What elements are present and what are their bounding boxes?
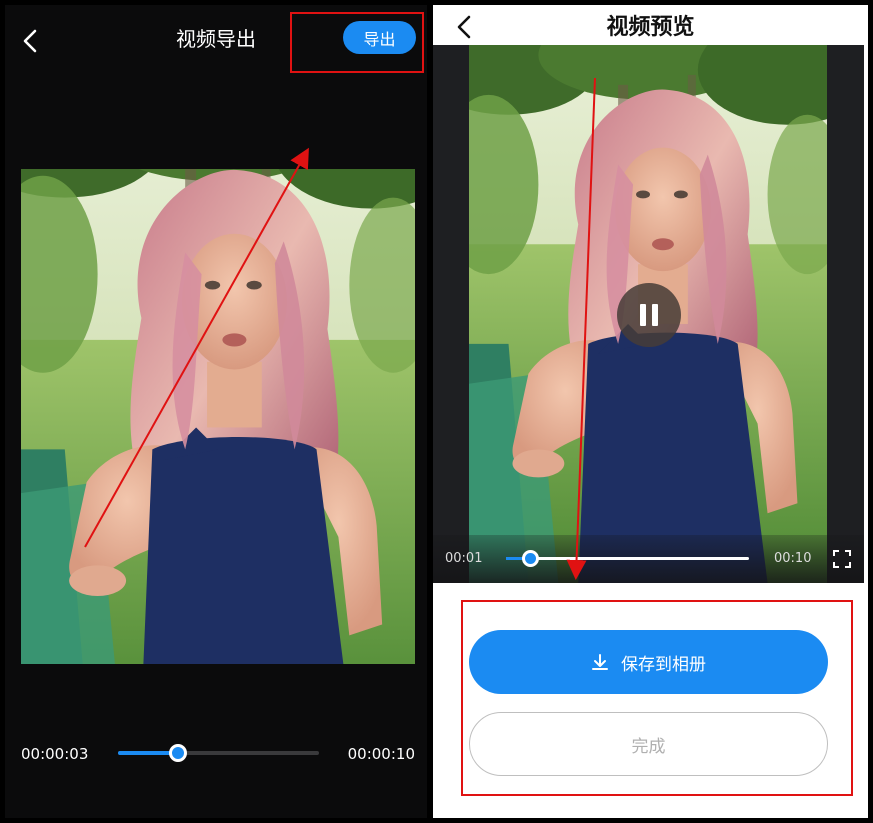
fullscreen-icon[interactable] bbox=[832, 549, 852, 569]
pause-icon bbox=[640, 304, 646, 326]
done-button[interactable]: 完成 bbox=[469, 712, 828, 776]
video-frame bbox=[21, 169, 415, 664]
video-player[interactable]: 00:01 00:10 bbox=[433, 45, 864, 583]
preview-screen: 视频预览 00:01 00:10 保存到相册 完成 bbox=[433, 5, 868, 818]
total-time: 00:10 bbox=[774, 551, 812, 566]
page-title: 视频预览 bbox=[606, 15, 695, 40]
progress-slider[interactable] bbox=[506, 550, 749, 567]
annotation-highlight-box bbox=[290, 12, 424, 73]
save-to-album-button[interactable]: 保存到相册 bbox=[469, 630, 828, 694]
download-icon bbox=[592, 654, 608, 670]
pause-button[interactable] bbox=[617, 283, 681, 347]
total-time: 00:00:10 bbox=[347, 745, 415, 763]
save-button-label: 保存到相册 bbox=[621, 654, 706, 675]
progress-slider[interactable] bbox=[118, 744, 319, 762]
current-time: 00:01 bbox=[445, 551, 483, 566]
progress-handle[interactable] bbox=[169, 744, 188, 762]
export-screen: 视频导出 导出 00:00:03 00:00:10 bbox=[5, 5, 427, 818]
pause-icon bbox=[652, 304, 658, 326]
current-time: 00:00:03 bbox=[21, 745, 89, 763]
